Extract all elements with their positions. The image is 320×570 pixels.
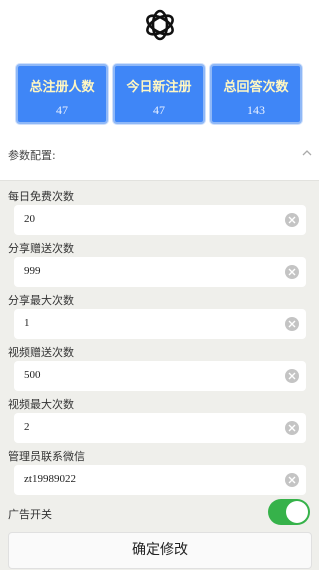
confirm-button[interactable]: 确定修改 (8, 532, 312, 569)
stat-value: 47 (153, 103, 165, 117)
admin-wechat-input[interactable]: zt19989022 (14, 465, 306, 495)
stat-value: 47 (56, 103, 68, 117)
config-panel: 每日免费次数 20 分享赠送次数 999 分享最大次数 1 视频赠送次数 500… (0, 180, 319, 570)
clear-icon[interactable] (285, 421, 299, 435)
openai-logo-icon (146, 9, 174, 41)
field-value: 2 (24, 421, 30, 433)
field-value: 500 (24, 369, 41, 381)
chevron-up-icon[interactable] (301, 148, 313, 158)
stat-card-total-registrations: 总注册人数 47 (16, 64, 108, 124)
share-bonus-input[interactable]: 999 (14, 257, 306, 287)
stat-value: 143 (247, 103, 265, 117)
stat-title: 总注册人数 (29, 79, 95, 94)
clear-icon[interactable] (285, 369, 299, 383)
ad-switch-label: 广告开关 (8, 508, 52, 521)
section-title: 参数配置: (8, 149, 56, 162)
stat-card-today-registrations: 今日新注册 47 (113, 64, 205, 124)
stat-title: 总回答次数 (223, 79, 289, 94)
ad-switch-toggle[interactable] (268, 499, 310, 525)
clear-icon[interactable] (285, 317, 299, 331)
field-label-admin-wechat: 管理员联系微信 (8, 450, 85, 463)
toggle-knob (286, 501, 308, 523)
field-value: 1 (24, 317, 30, 329)
field-value: zt19989022 (24, 473, 76, 485)
field-value: 20 (24, 213, 35, 225)
stat-title: 今日新注册 (126, 79, 192, 94)
field-label-video-max: 视频最大次数 (8, 398, 74, 411)
clear-icon[interactable] (285, 473, 299, 487)
video-max-input[interactable]: 2 (14, 413, 306, 443)
config-section-header[interactable]: 参数配置: (0, 143, 319, 167)
share-max-input[interactable]: 1 (14, 309, 306, 339)
clear-icon[interactable] (285, 265, 299, 279)
video-bonus-input[interactable]: 500 (14, 361, 306, 391)
stat-card-total-answers: 总回答次数 143 (210, 64, 302, 124)
field-label-daily-free: 每日免费次数 (8, 190, 74, 203)
field-label-video-bonus: 视频赠送次数 (8, 346, 74, 359)
stats-row: 总注册人数 47 今日新注册 47 总回答次数 143 (0, 64, 319, 126)
daily-free-input[interactable]: 20 (14, 205, 306, 235)
field-value: 999 (24, 265, 41, 277)
clear-icon[interactable] (285, 213, 299, 227)
field-label-share-bonus: 分享赠送次数 (8, 242, 74, 255)
field-label-share-max: 分享最大次数 (8, 294, 74, 307)
